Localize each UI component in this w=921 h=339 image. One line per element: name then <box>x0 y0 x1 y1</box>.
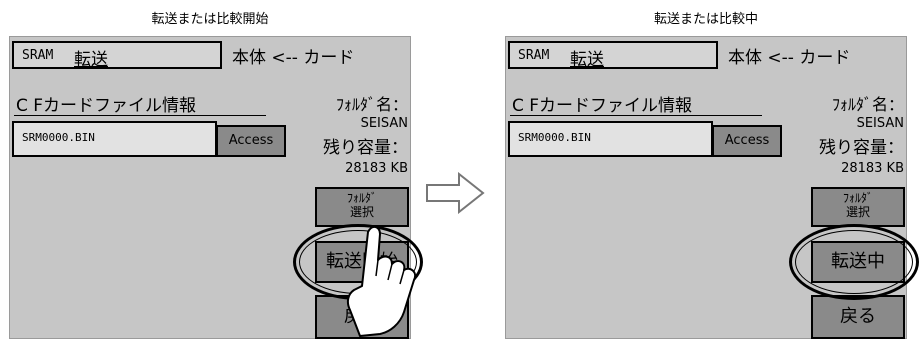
access-button[interactable]: Access <box>712 125 782 157</box>
folder-name-label: ﾌｫﾙﾀﾞ名： <box>831 95 904 114</box>
file-name: SRM0000.BIN <box>518 131 591 144</box>
folder-select-button[interactable]: ﾌｫﾙﾀﾞ 選択 <box>811 187 905 227</box>
title-prefix: SRAM <box>22 48 54 63</box>
cf-card-info-label: C Fカードファイル情報 <box>16 96 197 116</box>
file-name-field[interactable]: SRM0000.BIN <box>508 121 713 157</box>
access-button[interactable]: Access <box>216 125 286 157</box>
transferring-button[interactable]: 転送中 <box>811 241 905 283</box>
file-name: SRM0000.BIN <box>22 131 95 144</box>
remaining-capacity-value: 28183 KB <box>345 161 408 176</box>
direction-label: 本体 <-- カード <box>232 48 355 68</box>
title-box: SRAM 転送 <box>508 41 718 70</box>
remaining-capacity-label: 残り容量： <box>819 138 904 158</box>
title-prefix: SRAM <box>518 48 550 63</box>
remaining-capacity-label: 残り容量： <box>323 138 408 158</box>
screen-right: SRAM 転送 本体 <-- カード C Fカードファイル情報 SRM0000.… <box>505 36 919 339</box>
folder-name-value: SEISAN <box>360 116 408 131</box>
back-button[interactable]: 戻る <box>811 295 905 339</box>
caption-right: 転送または比較中 <box>653 12 758 27</box>
cf-label-underline <box>510 115 762 116</box>
folder-name-label: ﾌｫﾙﾀﾞ名： <box>335 95 408 114</box>
caption-left: 転送または比較開始 <box>151 12 269 27</box>
right-arrow-icon <box>426 172 485 214</box>
title-box: SRAM 転送 <box>12 41 222 70</box>
title-main: 転送 <box>570 50 604 70</box>
folder-name-value: SEISAN <box>856 116 904 131</box>
pointing-hand-icon <box>346 226 416 337</box>
remaining-capacity-value: 28183 KB <box>841 161 904 176</box>
direction-label: 本体 <-- カード <box>728 48 851 68</box>
cf-card-info-label: C Fカードファイル情報 <box>512 96 693 116</box>
cf-label-underline <box>14 115 266 116</box>
file-name-field[interactable]: SRM0000.BIN <box>12 121 217 157</box>
title-main: 転送 <box>74 50 108 70</box>
